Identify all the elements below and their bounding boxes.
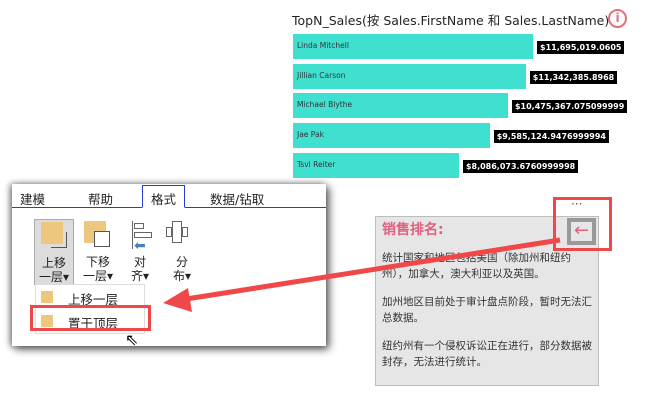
arrow-head — [163, 288, 192, 312]
annotation-arrow — [163, 237, 561, 312]
arrow-shaft — [179, 237, 561, 303]
